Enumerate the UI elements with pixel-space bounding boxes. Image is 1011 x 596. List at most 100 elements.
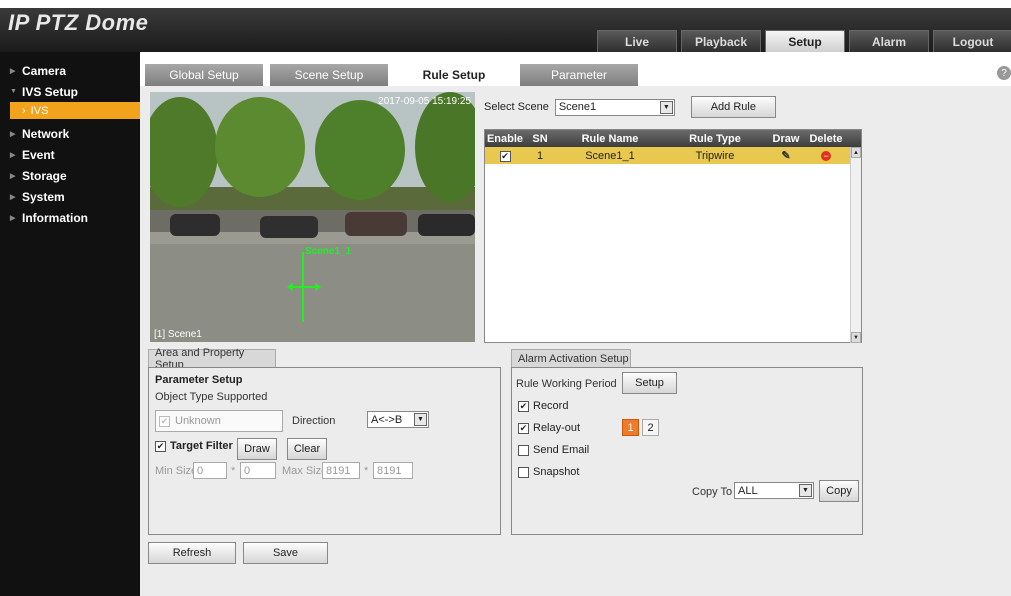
top-tab-live[interactable]: Live (597, 30, 677, 52)
top-tab-setup[interactable]: Setup (765, 30, 845, 52)
min-height-input[interactable]: 0 (240, 462, 276, 479)
sidebar-item-system[interactable]: ▶ System (0, 186, 140, 207)
sidebar-subitem-label: IVS (30, 104, 49, 117)
snapshot-row: ✔ Snapshot (518, 466, 579, 478)
direction-value: A<->B (371, 413, 403, 426)
relay-2-button[interactable]: 2 (642, 419, 659, 436)
sidebar-item-label: System (22, 189, 65, 204)
rule-enable-checkbox[interactable]: ✔ (499, 150, 511, 162)
times-sign: * (364, 465, 369, 477)
sidebar-item-ivs-setup[interactable]: ▼ IVS Setup (0, 81, 140, 102)
sidebar-subitem-ivs[interactable]: › IVS (10, 102, 140, 119)
rule-sn: 1 (536, 149, 544, 162)
help-icon[interactable]: ? (997, 66, 1011, 80)
sidebar: ▶ Camera ▼ IVS Setup › IVS ▶ Network ▶ Event … (0, 52, 140, 596)
tab-parameter[interactable]: Parameter (520, 64, 638, 86)
scene-select[interactable]: Scene1 ▼ (554, 98, 675, 116)
header-rule-type: Rule Type (689, 132, 741, 145)
relay-out-row: ✔ Relay-out (518, 422, 580, 434)
header-draw: Draw (772, 132, 800, 145)
times-sign: * (231, 465, 236, 477)
sidebar-item-label: Camera (22, 63, 67, 78)
alarm-activation-panel: Rule Working Period Setup ✔ Record ✔ Rel… (511, 367, 863, 535)
sidebar-item-label: Information (22, 210, 88, 225)
tab-rule-setup[interactable]: Rule Setup (395, 64, 513, 86)
chevron-right-icon: ▶ (10, 67, 16, 75)
min-width-input[interactable]: 0 (193, 462, 227, 479)
clear-button[interactable]: Clear (287, 438, 327, 460)
refresh-button[interactable]: Refresh (148, 542, 236, 564)
area-property-panel: Parameter Setup Object Type Supported ✔ … (148, 367, 501, 535)
alarm-activation-tab[interactable]: Alarm Activation Setup (511, 349, 631, 367)
top-tab-logout[interactable]: Logout (933, 30, 1011, 52)
target-filter-label: Target Filter (170, 440, 233, 452)
scene-select-value: Scene1 (558, 101, 597, 113)
select-scene-label: Select Scene (484, 101, 549, 113)
working-period-label: Rule Working Period (516, 378, 617, 390)
object-type-value: Unknown (175, 415, 221, 427)
chevron-right-icon: ▶ (10, 151, 16, 159)
camera-timestamp: 2017-09-05 15:19:25 (378, 96, 471, 107)
target-filter-row: ✔ Target Filter (155, 440, 233, 452)
top-tab-playback[interactable]: Playback (681, 30, 761, 52)
tab-scene-setup[interactable]: Scene Setup (270, 64, 388, 86)
send-email-row: ✔ Send Email (518, 444, 589, 456)
scene-select-row: Select Scene Scene1 ▼ Add Rule (484, 96, 776, 118)
table-row[interactable]: ✔ 1 Scene1_1 Tripwire ✎ − (485, 147, 861, 164)
relay-1-button[interactable]: 1 (622, 419, 639, 436)
chevron-right-icon: › (22, 104, 26, 117)
chevron-right-icon: ▶ (10, 130, 16, 138)
send-email-label: Send Email (533, 444, 590, 456)
max-height-input[interactable]: 8191 (373, 462, 413, 479)
sidebar-item-label: Event (22, 147, 55, 162)
snapshot-checkbox[interactable]: ✔ (518, 466, 529, 478)
object-type-field: ✔ Unknown (155, 410, 283, 432)
scroll-down-icon[interactable]: ▼ (851, 332, 861, 343)
camera-preview[interactable]: 2017-09-05 15:19:25 Scene1_1 [1] Scene1 (150, 92, 475, 342)
add-rule-button[interactable]: Add Rule (690, 96, 776, 118)
scroll-up-icon[interactable]: ▲ (851, 147, 861, 158)
sidebar-item-label: IVS Setup (22, 84, 79, 99)
sidebar-item-label: Storage (22, 168, 67, 183)
main-content: Global Setup Scene Setup Rule Setup Para… (140, 52, 1011, 596)
snapshot-label: Snapshot (533, 466, 580, 478)
sidebar-item-event[interactable]: ▶ Event (0, 144, 140, 165)
copy-to-select[interactable]: ALL ▼ (734, 482, 814, 499)
period-setup-button[interactable]: Setup (622, 372, 677, 394)
app-title: IP PTZ Dome (8, 10, 149, 35)
header-rule-name: Rule Name (581, 132, 639, 145)
table-scrollbar[interactable]: ▲ ▼ (850, 147, 861, 343)
object-type-label: Object Type Supported (155, 391, 268, 403)
delete-rule-icon[interactable]: − (807, 150, 845, 162)
header-enable: Enable (486, 132, 524, 145)
top-tab-alarm[interactable]: Alarm (849, 30, 929, 52)
record-checkbox[interactable]: ✔ (518, 400, 529, 412)
copy-to-label: Copy To (692, 486, 733, 498)
sidebar-item-camera[interactable]: ▶ Camera (0, 60, 140, 81)
save-button[interactable]: Save (243, 542, 328, 564)
send-email-checkbox[interactable]: ✔ (518, 444, 529, 456)
sidebar-item-network[interactable]: ▶ Network (0, 123, 140, 144)
relay-out-checkbox[interactable]: ✔ (518, 422, 529, 434)
draw-button[interactable]: Draw (237, 438, 277, 460)
unknown-checkbox: ✔ (159, 415, 170, 427)
record-row: ✔ Record (518, 400, 568, 412)
tab-global-setup[interactable]: Global Setup (145, 64, 263, 86)
area-property-tab[interactable]: Area and Property Setup (148, 347, 276, 371)
chevron-right-icon: ▶ (10, 214, 16, 222)
max-width-input[interactable]: 8191 (322, 462, 360, 479)
sidebar-item-information[interactable]: ▶ Information (0, 207, 140, 228)
setup-tabs: Global Setup Scene Setup Rule Setup Para… (145, 64, 638, 86)
sidebar-item-storage[interactable]: ▶ Storage (0, 165, 140, 186)
chevron-down-icon: ▼ (414, 413, 427, 426)
max-size-label: Max Size (282, 465, 328, 477)
chevron-right-icon: ▶ (10, 193, 16, 201)
top-nav: Live Playback Setup Alarm Logout (597, 30, 1011, 52)
chevron-down-icon: ▼ (659, 100, 673, 114)
copy-button[interactable]: Copy (819, 480, 859, 502)
rule-table-header: Enable SN Rule Name Rule Type Draw Delet… (485, 130, 861, 147)
draw-rule-icon[interactable]: ✎ (765, 149, 807, 162)
target-filter-checkbox[interactable]: ✔ (155, 440, 166, 452)
direction-select[interactable]: A<->B ▼ (367, 411, 429, 428)
rule-name: Scene1_1 (585, 149, 635, 162)
